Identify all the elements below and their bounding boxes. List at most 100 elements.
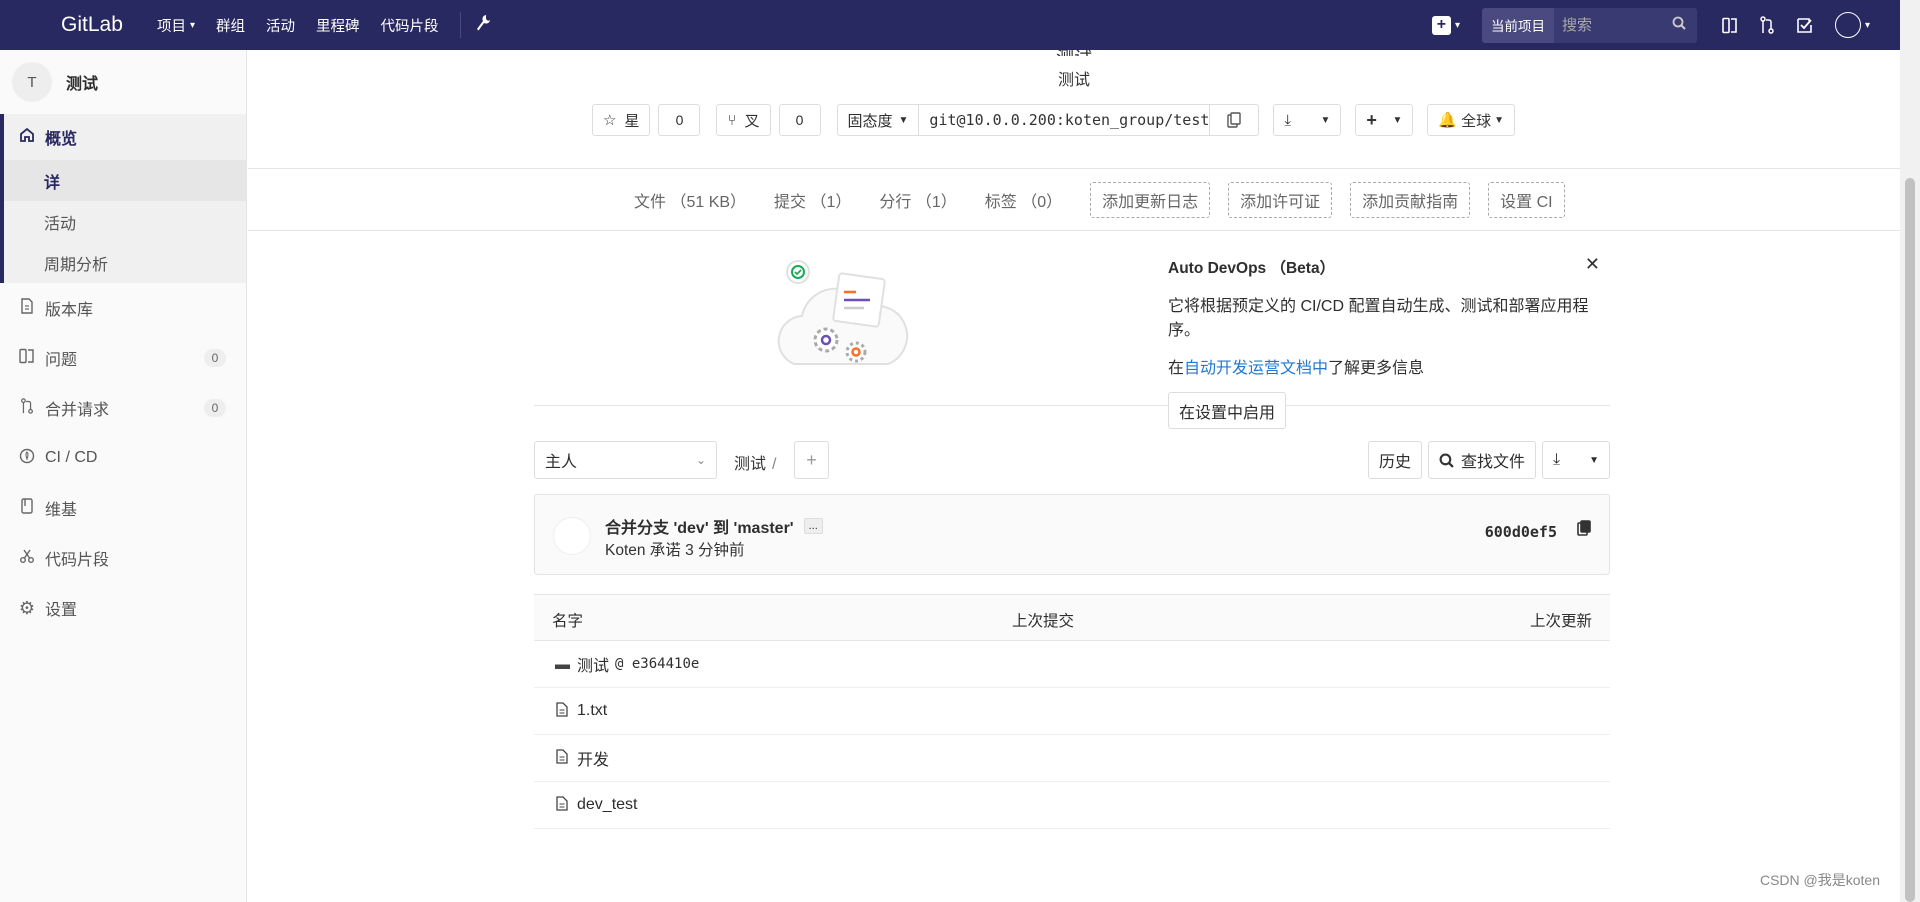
search-input[interactable] <box>1561 16 1672 34</box>
sidebar-item-snippets[interactable]: 代码片段 <box>0 533 246 583</box>
sidebar-item-overview[interactable]: 概览 <box>4 114 246 160</box>
commit-title[interactable]: 合并分支 'dev' 到 'master'... <box>605 514 823 538</box>
sidebar-item-settings[interactable]: ⚙ 设置 <box>0 583 246 633</box>
file-name[interactable]: dev_test <box>577 796 637 814</box>
sidebar-subitem-details[interactable]: 详 <box>4 160 246 201</box>
sidebar-item-label: CI / CD <box>45 449 98 466</box>
sidebar-subitem-activity[interactable]: 活动 <box>4 201 246 242</box>
merge-request-icon[interactable] <box>1760 16 1774 34</box>
star-label: 星 <box>624 112 640 130</box>
commit-author-avatar[interactable] <box>553 517 591 555</box>
todo-icon[interactable] <box>1796 17 1813 34</box>
file-icon <box>555 795 569 815</box>
find-file-button[interactable]: 查找文件 <box>1427 441 1536 479</box>
history-button[interactable]: 历史 <box>1367 441 1422 479</box>
gitlab-logo[interactable]: GitLab <box>61 13 157 37</box>
gear-icon: ⚙ <box>18 597 36 618</box>
new-item-dropdown[interactable]: + ▾ <box>1431 15 1460 35</box>
sidebar-item-merge-requests[interactable]: 合并请求 0 <box>0 383 246 433</box>
setup-ci-button[interactable]: 设置 CI <box>1488 181 1565 218</box>
nav-activity[interactable]: 活动 <box>266 15 295 36</box>
plus-icon: + <box>1431 15 1451 35</box>
stat-commits[interactable]: 提交 （1） <box>774 188 851 212</box>
project-description: 测试 <box>1057 72 1090 89</box>
table-row[interactable]: 1.txt <box>534 688 1610 735</box>
sidebar-item-issues[interactable]: 问题 0 <box>0 333 246 383</box>
sidebar-item-repository[interactable]: 版本库 <box>0 283 246 333</box>
search-scope-badge[interactable]: 当前项目 <box>1481 7 1554 43</box>
col-last-commit: 上次提交 <box>1012 613 1075 630</box>
sidebar-item-wiki[interactable]: 维基 <box>0 483 246 533</box>
add-contributing-button[interactable]: 添加贡献指南 <box>1350 181 1471 218</box>
copy-sha-button[interactable] <box>1577 520 1591 541</box>
top-nav: 项目 ▾ 群组 活动 里程碑 代码片段 <box>157 12 491 38</box>
commit-meta: Koten 承诺 3 分钟前 <box>605 542 745 559</box>
clone-protocol-dropdown[interactable]: 固态度 ▼ <box>836 104 920 136</box>
archive-icon: ▬ <box>555 655 570 673</box>
caret-down-icon: ▼ <box>898 114 909 126</box>
add-dropdown[interactable]: + ▼ <box>1355 104 1414 136</box>
download-source-dropdown[interactable]: ⤓ ▼ <box>1542 441 1610 479</box>
table-row[interactable]: 开发 <box>534 735 1610 782</box>
file-name[interactable]: 开发 <box>577 746 609 770</box>
star-count[interactable]: 0 <box>658 104 701 136</box>
chevron-down-icon: ▾ <box>1454 19 1460 31</box>
caret-down-icon: ▼ <box>1320 114 1331 126</box>
nav-groups[interactable]: 群组 <box>216 15 245 36</box>
sidebar-subitem-cycle-analytics[interactable]: 周期分析 <box>4 242 246 283</box>
commit-message[interactable]: 合并分支 'dev' 到 'master' <box>605 514 794 538</box>
fork-count[interactable]: 0 <box>778 104 821 136</box>
scrollbar-thumb[interactable] <box>1905 178 1915 902</box>
merge-icon <box>18 397 36 419</box>
breadcrumb-project[interactable]: 测试 <box>734 456 766 473</box>
page-scrollbar[interactable] <box>1900 0 1920 902</box>
clone-widget: 固态度 ▼ git@10.0.0.200:koten_group/test.git <box>836 104 1260 136</box>
sidebar-item-label: 概览 <box>45 131 78 148</box>
chevron-down-icon: ▾ <box>1864 19 1870 31</box>
table-row[interactable]: dev_test <box>534 782 1610 829</box>
stat-branches[interactable]: 分行 （1） <box>879 188 956 212</box>
stat-files[interactable]: 文件 （51 KB） <box>634 188 746 212</box>
nav-milestones[interactable]: 里程碑 <box>316 15 360 36</box>
sidebar-overview-section: 概览 详 活动 周期分析 <box>0 114 246 283</box>
nav-snippets[interactable]: 代码片段 <box>381 15 439 36</box>
search-icon[interactable] <box>1672 16 1686 35</box>
home-icon <box>18 127 36 148</box>
star-button[interactable]: ☆ 星 <box>592 104 651 136</box>
wrench-icon[interactable] <box>475 14 491 37</box>
close-icon[interactable]: ✕ <box>1585 254 1600 275</box>
project-sidebar: T 测试 概览 详 活动 周期分析 版本库 问题 0 合并请求 0 CI / C… <box>0 50 247 902</box>
issues-icon[interactable] <box>1722 17 1738 34</box>
devops-docs-link[interactable]: 自动开发运营文档中 <box>1184 360 1328 377</box>
clone-url-field[interactable]: git@10.0.0.200:koten_group/test.git <box>919 104 1210 136</box>
file-name[interactable]: 测试 <box>577 652 609 676</box>
download-dropdown[interactable]: ⤓ ▼ <box>1273 104 1342 136</box>
plus-icon: + <box>1366 109 1377 130</box>
stat-tags[interactable]: 标签 （0） <box>985 188 1062 212</box>
user-menu[interactable]: ▾ <box>1834 12 1870 38</box>
add-changelog-button[interactable]: 添加更新日志 <box>1090 181 1211 218</box>
file-name[interactable]: 1.txt <box>577 702 607 720</box>
sidebar-project-header[interactable]: T 测试 <box>0 50 246 114</box>
col-name: 名字 <box>552 613 584 630</box>
file-tree-table: 名字 上次提交 上次更新 ▬ 测试 @ e364410e 1.txt 开发 de… <box>534 594 1610 829</box>
sidebar-item-ci-cd[interactable]: CI / CD <box>0 433 246 483</box>
devops-title: Auto DevOps （Beta） <box>1168 260 1336 277</box>
add-license-button[interactable]: 添加许可证 <box>1228 181 1333 218</box>
expand-commit-button[interactable]: ... <box>803 518 823 534</box>
notification-dropdown[interactable]: 🔔 全球 ▼ <box>1427 104 1516 136</box>
download-icon: ⤓ <box>1284 111 1292 129</box>
caret-down-icon: ▼ <box>1392 114 1403 126</box>
fork-button[interactable]: ⑂ 叉 <box>716 104 771 136</box>
branch-dropdown[interactable]: 主人 ⌄ <box>534 441 717 479</box>
table-header: 名字 上次提交 上次更新 <box>534 594 1610 641</box>
commit-sha[interactable]: 600d0ef5 <box>1485 523 1557 541</box>
nav-projects[interactable]: 项目 ▾ <box>157 15 195 36</box>
enable-in-settings-button[interactable]: 在设置中启用 <box>1168 392 1287 429</box>
add-to-tree-button[interactable]: + <box>794 441 829 479</box>
last-commit-panel: 合并分支 'dev' 到 'master'... Koten 承诺 3 分钟前 … <box>534 494 1610 575</box>
copy-url-button[interactable] <box>1209 104 1260 136</box>
submodule-ref[interactable]: @ e364410e <box>615 656 699 672</box>
table-row[interactable]: ▬ 测试 @ e364410e <box>534 641 1610 688</box>
top-right-controls: +▾ 当前项目 ▾ <box>1431 0 1900 50</box>
